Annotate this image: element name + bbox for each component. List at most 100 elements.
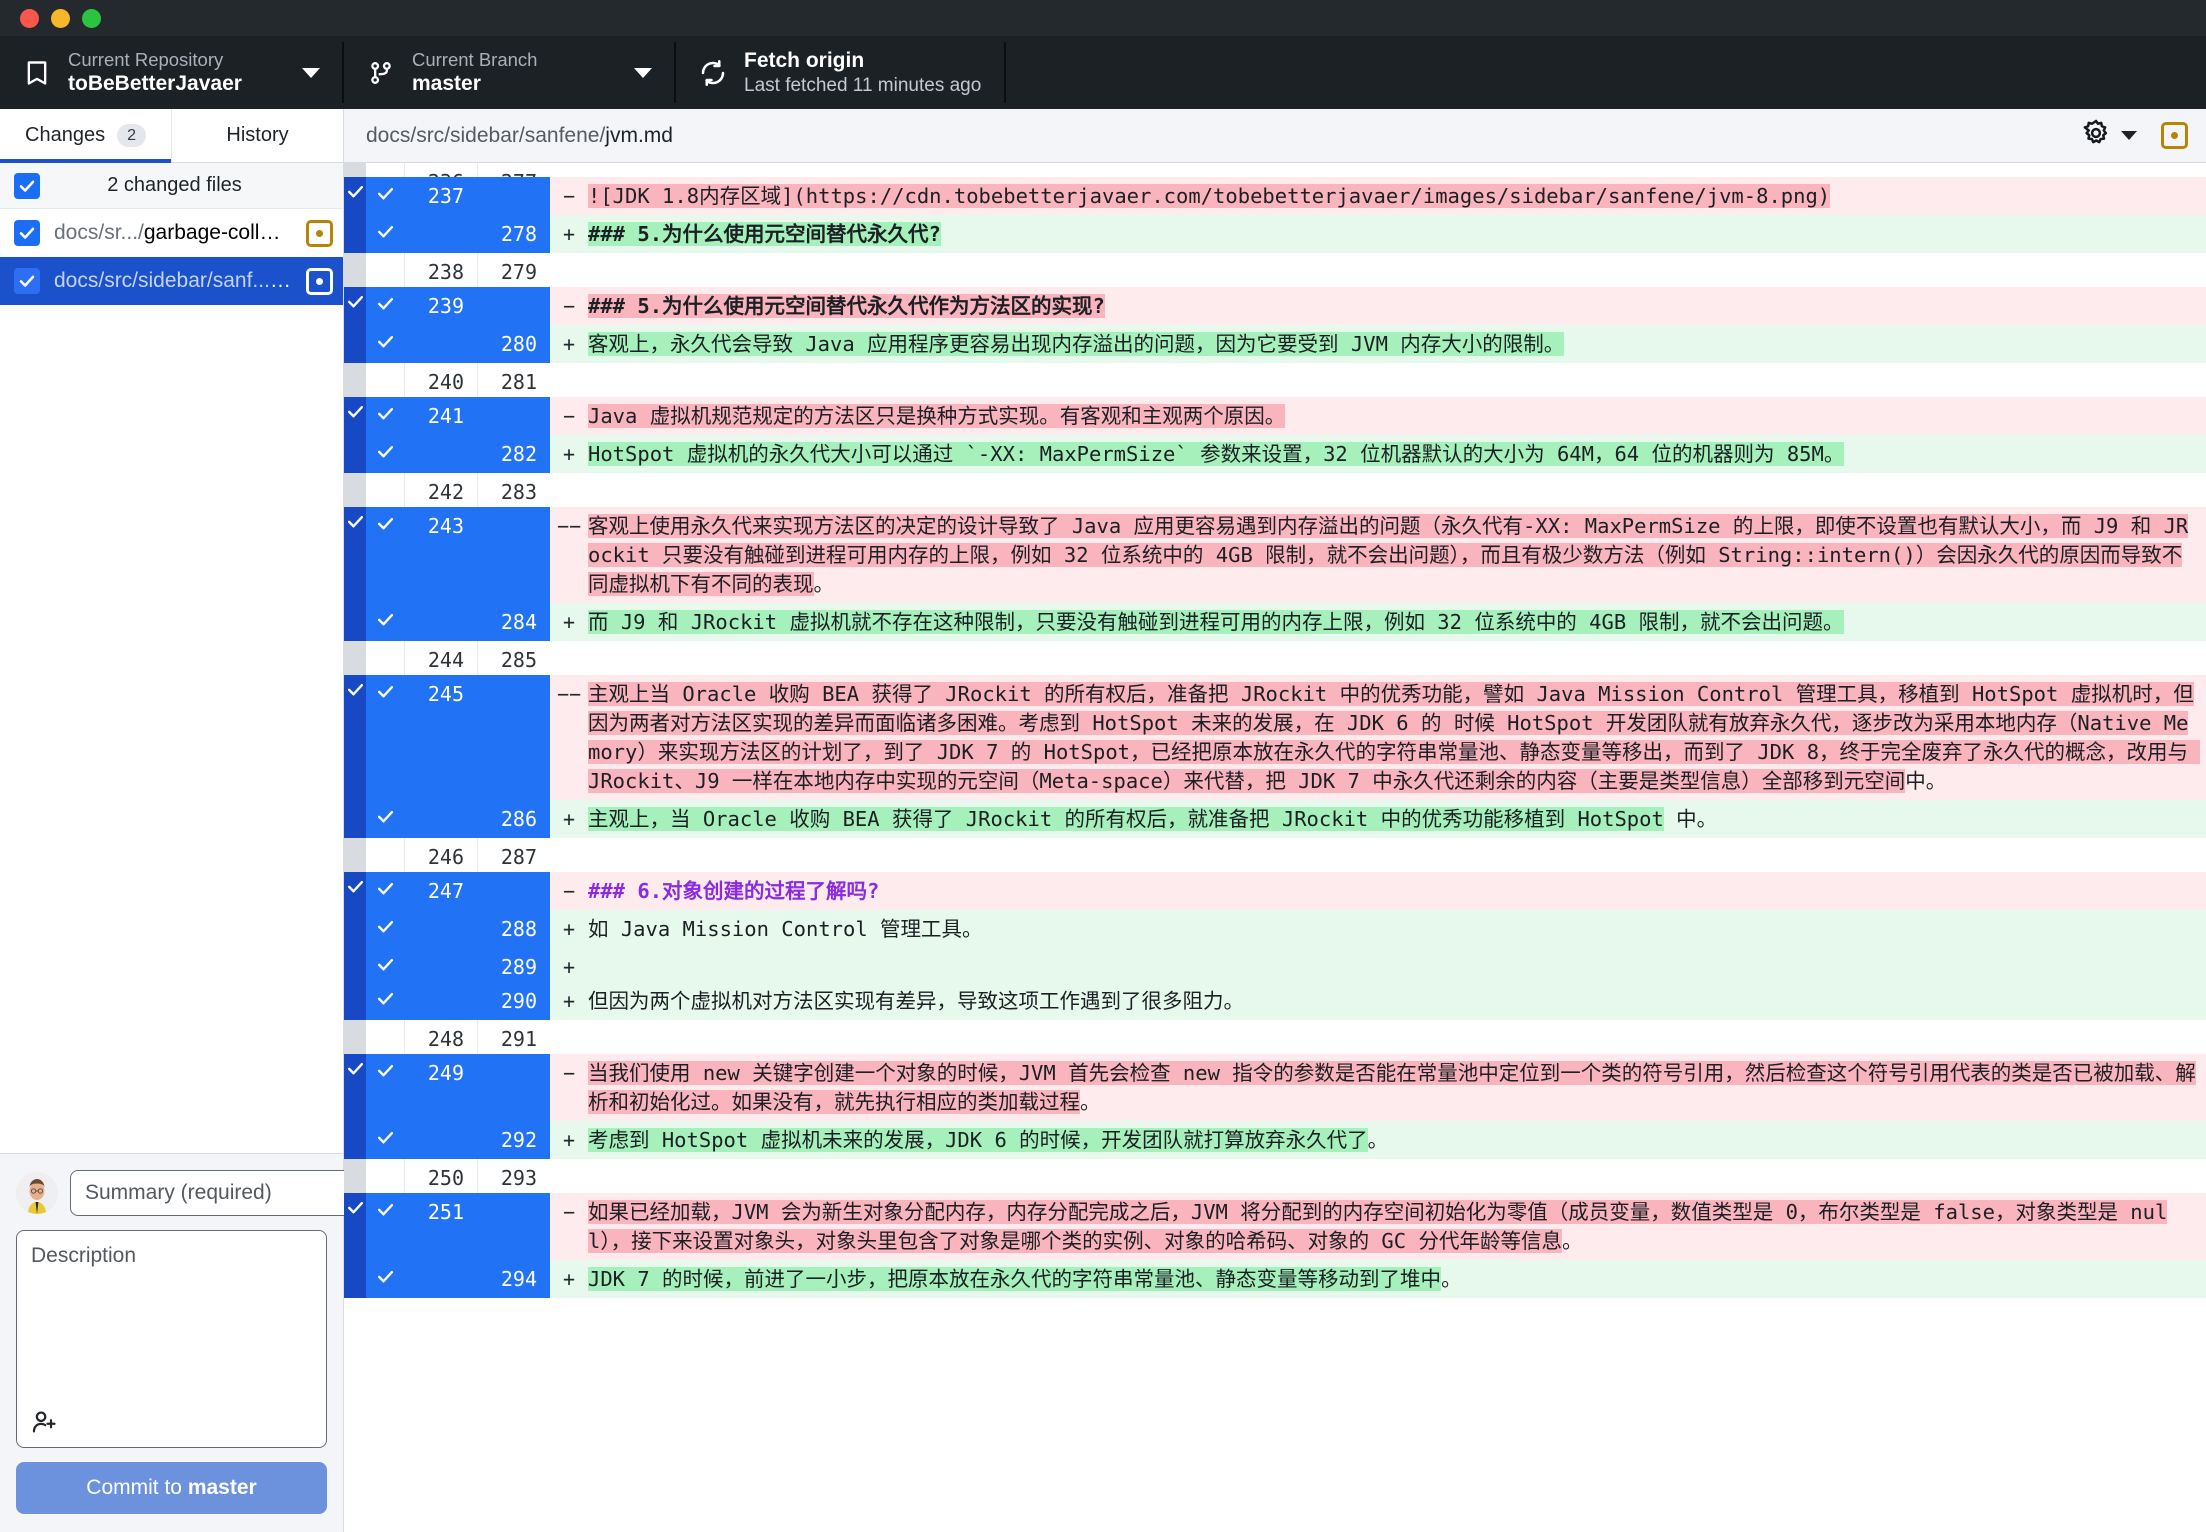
fetch-origin-button[interactable]: Fetch origin Last fetched 11 minutes ago bbox=[676, 36, 1004, 109]
diff-line[interactable]: 242283 bbox=[344, 473, 2206, 507]
window-minimize-button[interactable] bbox=[51, 9, 70, 28]
commit-button[interactable]: Commit to master bbox=[16, 1462, 327, 1514]
diff-line[interactable]: 280+客观上，永久代会导致 Java 应用程序更容易出现内存溢出的问题，因为它… bbox=[344, 325, 2206, 363]
diff-check-gutter[interactable] bbox=[366, 473, 404, 507]
diff-line[interactable]: 289+ bbox=[344, 948, 2206, 982]
file-path-label: docs/sr.../garbage-collector.md bbox=[54, 221, 292, 245]
diff-select-gutter[interactable] bbox=[344, 1054, 366, 1121]
diff-options-button[interactable] bbox=[2081, 118, 2137, 153]
diff-select-gutter[interactable] bbox=[344, 1260, 366, 1298]
select-all-checkbox[interactable] bbox=[14, 173, 40, 199]
diff-check-gutter[interactable] bbox=[366, 1054, 404, 1121]
current-branch-button[interactable]: Current Branch master bbox=[344, 36, 674, 109]
diff-line[interactable]: 250293 bbox=[344, 1159, 2206, 1193]
diff-select-gutter[interactable] bbox=[344, 1020, 366, 1054]
diff-check-gutter[interactable] bbox=[366, 1159, 404, 1193]
diff-check-gutter[interactable] bbox=[366, 1260, 404, 1298]
diff-line[interactable]: 288+如 Java Mission Control 管理工具。 bbox=[344, 910, 2206, 948]
diff-line[interactable]: 249−当我们使用 new 关键字创建一个对象的时候，JVM 首先会检查 new… bbox=[344, 1054, 2206, 1121]
diff-line[interactable]: 248291 bbox=[344, 1020, 2206, 1054]
diff-check-gutter[interactable] bbox=[366, 215, 404, 253]
list-item[interactable]: docs/src/sidebar/sanf.../jvm.md bbox=[0, 257, 343, 305]
diff-line[interactable]: 284+而 J9 和 JRockit 虚拟机就不存在这种限制，只要没有触碰到进程… bbox=[344, 603, 2206, 641]
current-repository-button[interactable]: Current Repository toBeBetterJavaer bbox=[0, 36, 342, 109]
diff-line[interactable]: 244285 bbox=[344, 641, 2206, 675]
diff-check-gutter[interactable] bbox=[366, 1193, 404, 1260]
diff-check-gutter[interactable] bbox=[366, 910, 404, 948]
diff-new-line-number bbox=[477, 287, 550, 325]
diff-check-gutter[interactable] bbox=[366, 435, 404, 473]
diff-line[interactable]: 243−−客观上使用永久代来实现方法区的决定的设计导致了 Java 应用更容易遇… bbox=[344, 507, 2206, 603]
tab-history[interactable]: History bbox=[172, 109, 343, 162]
diff-line[interactable]: 237−![JDK 1.8内存区域](https://cdn.tobebette… bbox=[344, 177, 2206, 215]
diff-line[interactable]: 278+### 5.为什么使用元空间替代永久代? bbox=[344, 215, 2206, 253]
diff-check-gutter[interactable] bbox=[366, 603, 404, 641]
diff-select-gutter[interactable] bbox=[344, 397, 366, 435]
diff-check-gutter[interactable] bbox=[366, 872, 404, 910]
diff-select-gutter[interactable] bbox=[344, 177, 366, 215]
diff-select-gutter[interactable] bbox=[344, 253, 366, 287]
diff-check-gutter[interactable] bbox=[366, 838, 404, 872]
diff-select-gutter[interactable] bbox=[344, 507, 366, 603]
diff-select-gutter[interactable] bbox=[344, 982, 366, 1020]
diff-line[interactable]: 239−### 5.为什么使用元空间替代永久代作为方法区的实现? bbox=[344, 287, 2206, 325]
diff-check-gutter[interactable] bbox=[366, 287, 404, 325]
diff-line[interactable]: 240281 bbox=[344, 363, 2206, 397]
diff-select-gutter[interactable] bbox=[344, 1193, 366, 1260]
diff-select-gutter[interactable] bbox=[344, 363, 366, 397]
add-person-icon[interactable] bbox=[27, 1405, 61, 1439]
diff-line[interactable]: 290+但因为两个虚拟机对方法区实现有差异，导致这项工作遇到了很多阻力。 bbox=[344, 982, 2206, 1020]
diff-select-gutter[interactable] bbox=[344, 435, 366, 473]
diff-check-gutter[interactable] bbox=[366, 675, 404, 800]
diff-line[interactable]: 292+考虑到 HotSpot 虚拟机未来的发展，JDK 6 的时候，开发团队就… bbox=[344, 1121, 2206, 1159]
diff-check-gutter[interactable] bbox=[366, 363, 404, 397]
diff-select-gutter[interactable] bbox=[344, 910, 366, 948]
diff-sign: + bbox=[550, 948, 588, 982]
diff-check-gutter[interactable] bbox=[366, 253, 404, 287]
diff-check-gutter[interactable] bbox=[366, 397, 404, 435]
diff-line[interactable]: 238279 bbox=[344, 253, 2206, 287]
diff-line[interactable]: 245−−主观上当 Oracle 收购 BEA 获得了 JRockit 的所有权… bbox=[344, 675, 2206, 800]
diff-line[interactable]: 246287 bbox=[344, 838, 2206, 872]
diff-select-gutter[interactable] bbox=[344, 675, 366, 800]
diff-viewer[interactable]: 236277237−![JDK 1.8内存区域](https://cdn.tob… bbox=[344, 163, 2206, 1532]
diff-check-gutter[interactable] bbox=[366, 177, 404, 215]
diff-check-gutter[interactable] bbox=[366, 507, 404, 603]
diff-check-gutter[interactable] bbox=[366, 1121, 404, 1159]
diff-select-gutter[interactable] bbox=[344, 641, 366, 675]
diff-select-gutter[interactable] bbox=[344, 872, 366, 910]
diff-select-gutter[interactable] bbox=[344, 215, 366, 253]
diff-check-gutter[interactable] bbox=[366, 800, 404, 838]
diff-check-gutter[interactable] bbox=[366, 163, 404, 177]
file-checkbox[interactable] bbox=[14, 268, 40, 294]
diff-line[interactable]: 247−### 6.对象创建的过程了解吗? bbox=[344, 872, 2206, 910]
window-maximize-button[interactable] bbox=[82, 9, 101, 28]
diff-line[interactable]: 282+HotSpot 虚拟机的永久代大小可以通过 `-XX: MaxPermS… bbox=[344, 435, 2206, 473]
file-checkbox[interactable] bbox=[14, 220, 40, 246]
diff-select-gutter[interactable] bbox=[344, 1159, 366, 1193]
diff-check-gutter[interactable] bbox=[366, 982, 404, 1020]
diff-select-gutter[interactable] bbox=[344, 800, 366, 838]
diff-select-gutter[interactable] bbox=[344, 473, 366, 507]
diff-check-gutter[interactable] bbox=[366, 325, 404, 363]
diff-line[interactable]: 251−如果已经加载，JVM 会为新生对象分配内存，内存分配完成之后，JVM 将… bbox=[344, 1193, 2206, 1260]
diff-select-gutter[interactable] bbox=[344, 287, 366, 325]
diff-select-gutter[interactable] bbox=[344, 163, 366, 177]
commit-summary-input[interactable] bbox=[70, 1170, 371, 1216]
diff-select-gutter[interactable] bbox=[344, 838, 366, 872]
diff-select-gutter[interactable] bbox=[344, 1121, 366, 1159]
list-item[interactable]: docs/sr.../garbage-collector.md bbox=[0, 209, 343, 257]
diff-line[interactable]: 286+主观上，当 Oracle 收购 BEA 获得了 JRockit 的所有权… bbox=[344, 800, 2206, 838]
diff-select-gutter[interactable] bbox=[344, 948, 366, 982]
tab-changes[interactable]: Changes 2 bbox=[0, 109, 172, 162]
commit-description-input[interactable] bbox=[17, 1231, 326, 1447]
diff-check-gutter[interactable] bbox=[366, 948, 404, 982]
diff-check-gutter[interactable] bbox=[366, 641, 404, 675]
diff-check-gutter[interactable] bbox=[366, 1020, 404, 1054]
select-all-changes-row[interactable]: 2 changed files bbox=[0, 163, 343, 209]
diff-select-gutter[interactable] bbox=[344, 325, 366, 363]
diff-line[interactable]: 294+JDK 7 的时候，前进了一小步，把原本放在永久代的字符串常量池、静态变… bbox=[344, 1260, 2206, 1298]
window-close-button[interactable] bbox=[20, 9, 39, 28]
diff-select-gutter[interactable] bbox=[344, 603, 366, 641]
diff-line[interactable]: 241−Java 虚拟机规范规定的方法区只是换种方式实现。有客观和主观两个原因。 bbox=[344, 397, 2206, 435]
